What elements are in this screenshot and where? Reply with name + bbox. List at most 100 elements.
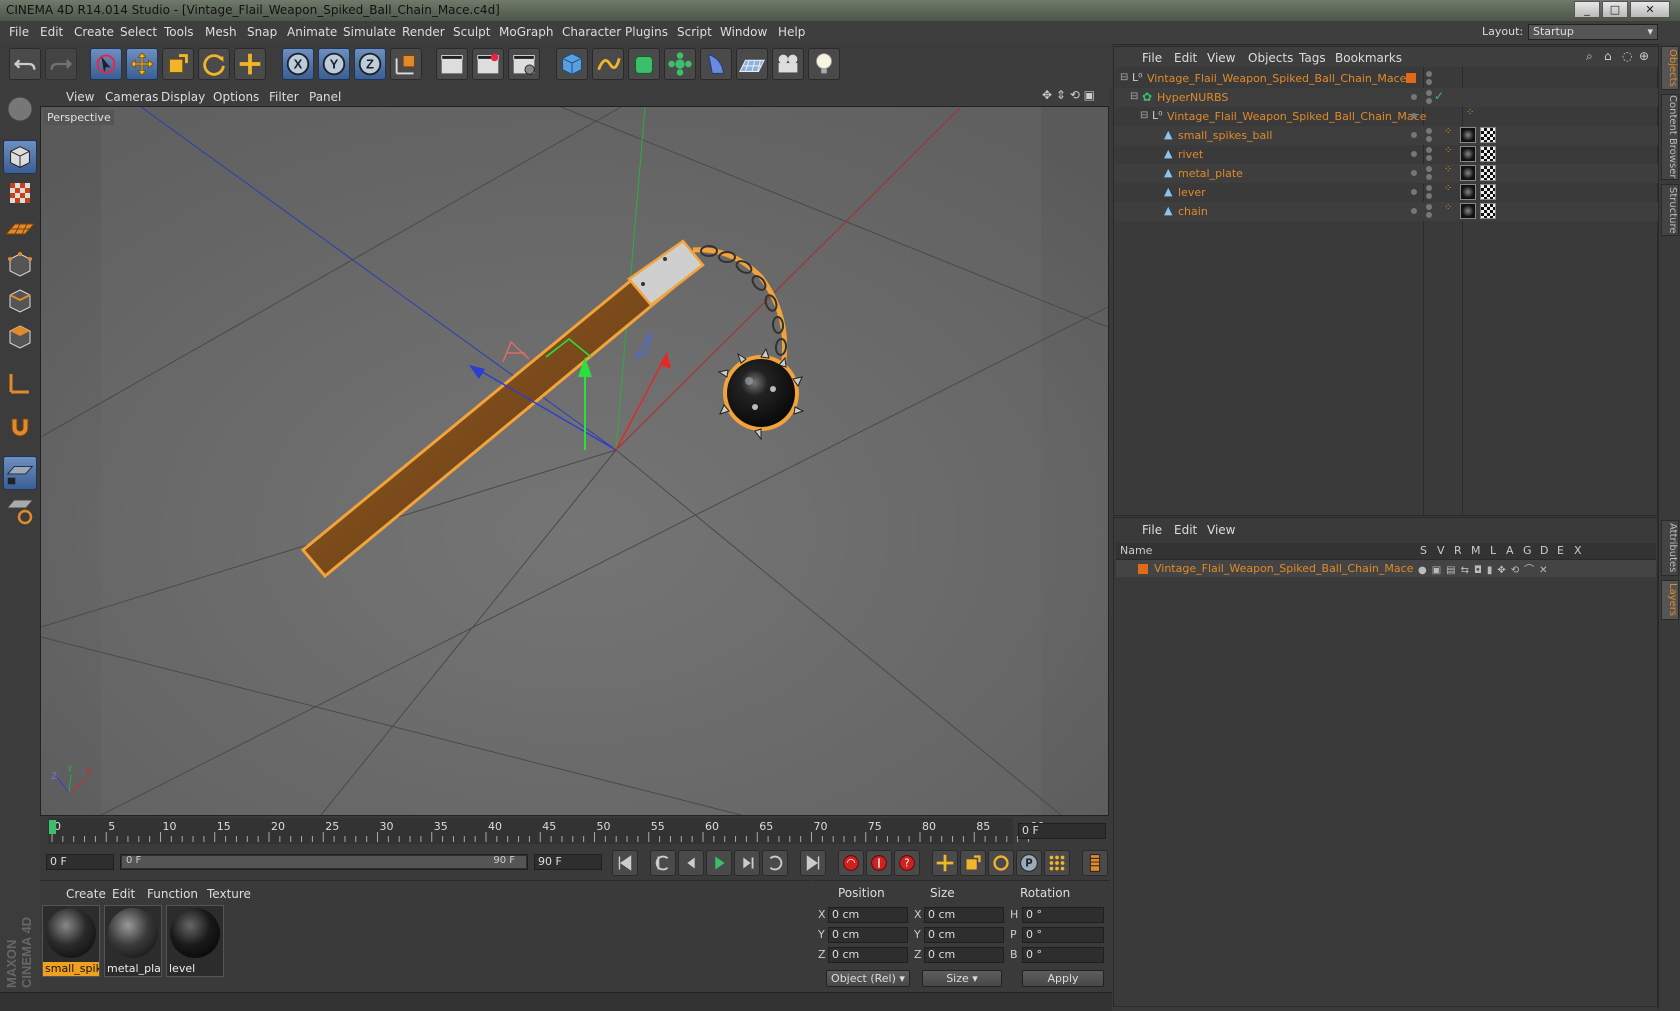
menu-plugins[interactable]: Plugins	[625, 25, 668, 39]
om-menu-edit[interactable]: Edit	[1174, 51, 1197, 65]
previous-key-icon[interactable]	[650, 850, 676, 876]
minimize-button[interactable]: _	[1574, 1, 1600, 18]
previous-frame-icon[interactable]	[678, 850, 704, 876]
rotate-icon[interactable]	[198, 48, 230, 80]
layout-select[interactable]: Startup ▾	[1528, 24, 1658, 40]
render-visibility-dot[interactable]	[1426, 136, 1432, 142]
col-x[interactable]: X	[1574, 544, 1582, 557]
size-y-field[interactable]: 0 cm	[924, 927, 1004, 943]
tab-structure[interactable]: Structure	[1661, 184, 1679, 236]
editor-visibility-dot[interactable]	[1426, 147, 1432, 153]
om-home-icon[interactable]: ⌂	[1604, 49, 1612, 63]
edges-mode-icon[interactable]	[3, 284, 37, 318]
material-swatch[interactable]: small_spike	[42, 905, 100, 977]
viewport-menu-options[interactable]: Options	[213, 90, 259, 104]
object-name[interactable]: Vintage_Flail_Weapon_Spiked_Ball_Chain_M…	[1167, 110, 1426, 123]
floor-icon[interactable]	[736, 48, 768, 80]
editor-visibility-dot[interactable]	[1411, 132, 1417, 138]
col-e[interactable]: E	[1557, 544, 1564, 557]
om-menu-view[interactable]: View	[1207, 51, 1235, 65]
material-swatch[interactable]: level	[166, 905, 224, 977]
editor-visibility-dot[interactable]	[1426, 71, 1432, 77]
rotation-h-field[interactable]: 0 °	[1022, 907, 1104, 923]
coordinate-mode-select[interactable]: Object (Rel) ▾	[826, 970, 910, 987]
timeline-playhead[interactable]	[49, 820, 56, 834]
render-picture-viewer-icon[interactable]	[472, 48, 504, 80]
collapse-icon[interactable]: ⊟	[1120, 72, 1128, 83]
position-y-field[interactable]: 0 cm	[828, 927, 908, 943]
editor-visibility-dot[interactable]	[1411, 151, 1417, 157]
undo-icon[interactable]	[9, 48, 41, 80]
timeline-window-icon[interactable]	[1082, 850, 1108, 876]
parameter-key-icon[interactable]: P	[1016, 850, 1042, 876]
menu-animate[interactable]: Animate	[287, 25, 337, 39]
position-z-field[interactable]: 0 cm	[828, 947, 908, 963]
om-menu-tags[interactable]: Tags	[1299, 51, 1326, 65]
om-new-window-icon[interactable]: ⊕	[1639, 49, 1649, 63]
object-row[interactable]: ⊟ L⁰ Vintage_Flail_Weapon_Spiked_Ball_Ch…	[1114, 107, 1659, 126]
axis-icon[interactable]	[3, 366, 37, 400]
workplane-mode-icon[interactable]	[3, 212, 37, 246]
position-key-icon[interactable]	[932, 850, 958, 876]
render-visibility-dot[interactable]	[1426, 193, 1432, 199]
col-m[interactable]: M	[1471, 544, 1481, 557]
viewport-menu-cameras[interactable]: Cameras	[105, 90, 158, 104]
om-search-icon[interactable]: ⌕	[1586, 49, 1593, 64]
tab-objects[interactable]: Objects	[1661, 46, 1679, 90]
camera-icon[interactable]	[772, 48, 804, 80]
col-d[interactable]: D	[1540, 544, 1548, 557]
viewport-menu-filter[interactable]: Filter	[269, 90, 299, 104]
object-name[interactable]: lever	[1178, 186, 1206, 199]
rotation-p-field[interactable]: 0 °	[1022, 927, 1104, 943]
nurbs-icon[interactable]	[628, 48, 660, 80]
tab-layers[interactable]: Layers	[1661, 580, 1679, 620]
start-frame-field[interactable]: 0 F	[46, 854, 114, 870]
go-to-end-icon[interactable]	[800, 850, 826, 876]
viewport-menu-view[interactable]: View	[66, 90, 94, 104]
viewport-canvas[interactable]: Z Y X	[41, 107, 1108, 815]
lm-menu-view[interactable]: View	[1207, 523, 1235, 537]
menu-character[interactable]: Character	[562, 25, 621, 39]
maximize-button[interactable]: □	[1602, 1, 1628, 18]
menu-script[interactable]: Script	[677, 25, 712, 39]
layer-row[interactable]: Vintage_Flail_Weapon_Spiked_Ball_Chain_M…	[1116, 560, 1656, 577]
editor-visibility-dot[interactable]	[1426, 128, 1432, 134]
menu-create[interactable]: Create	[74, 25, 114, 39]
next-frame-icon[interactable]	[734, 850, 760, 876]
scale-key-icon[interactable]	[960, 850, 986, 876]
material-menu-edit[interactable]: Edit	[112, 887, 135, 901]
menu-render[interactable]: Render	[402, 25, 445, 39]
object-name[interactable]: rivet	[1178, 148, 1203, 161]
material-menu-function[interactable]: Function	[147, 887, 198, 901]
editor-visibility-dot[interactable]	[1426, 90, 1432, 96]
z-axis-icon[interactable]: Z	[354, 48, 386, 80]
menu-simulate[interactable]: Simulate	[343, 25, 396, 39]
menu-file[interactable]: File	[9, 25, 29, 39]
add-object-icon[interactable]	[234, 48, 266, 80]
keyframe-selection-icon[interactable]: ?	[894, 850, 920, 876]
render-visibility-dot[interactable]	[1426, 98, 1432, 104]
col-v[interactable]: V	[1437, 544, 1445, 557]
size-mode-select[interactable]: Size ▾	[922, 970, 1002, 987]
tab-content-browser[interactable]: Content Browser	[1661, 94, 1679, 180]
layer-color-swatch[interactable]	[1138, 564, 1148, 574]
menu-tools[interactable]: Tools	[164, 25, 194, 39]
menu-select[interactable]: Select	[120, 25, 157, 39]
editor-visibility-dot[interactable]	[1411, 170, 1417, 176]
deformer-icon[interactable]	[700, 48, 732, 80]
object-row[interactable]: ▲ chain ⁘	[1114, 202, 1659, 221]
col-g[interactable]: G	[1523, 544, 1532, 557]
object-name[interactable]: Vintage_Flail_Weapon_Spiked_Ball_Chain_M…	[1147, 72, 1406, 85]
timeline[interactable]: 051015202530354045505560657075808590 0 F	[40, 818, 1109, 844]
object-name[interactable]: small_spikes_ball	[1178, 129, 1272, 142]
timeline-ruler[interactable]: 051015202530354045505560657075808590	[40, 818, 1109, 844]
menu-window[interactable]: Window	[720, 25, 767, 39]
size-x-field[interactable]: 0 cm	[924, 907, 1004, 923]
record-keys-icon[interactable]	[838, 850, 864, 876]
rotation-key-icon[interactable]	[988, 850, 1014, 876]
tab-attributes[interactable]: Attributes	[1661, 520, 1679, 576]
tweak-mode-icon[interactable]	[3, 494, 37, 528]
editor-visibility-dot[interactable]	[1411, 113, 1417, 119]
collapse-icon[interactable]: ⊟	[1130, 91, 1138, 102]
render-view-icon[interactable]	[436, 48, 468, 80]
